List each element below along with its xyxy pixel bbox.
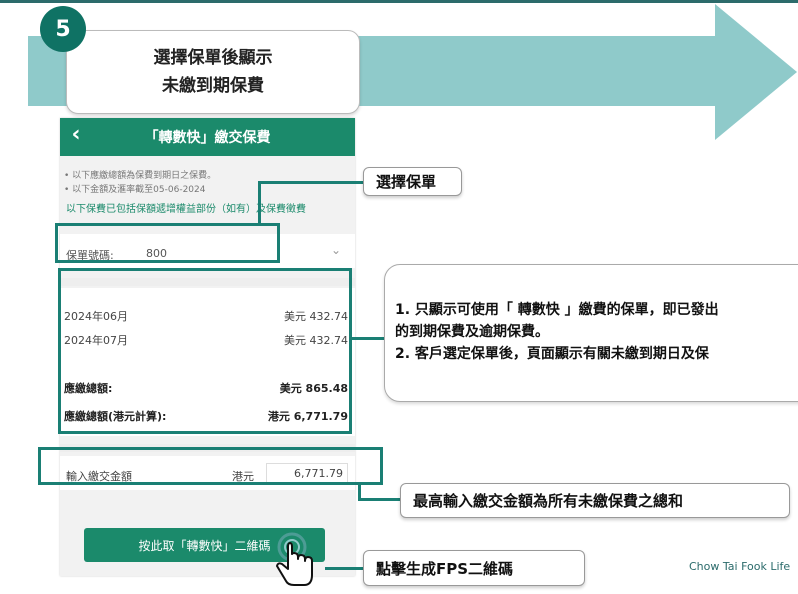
- max-amount-callout-text: 最高輸入繳交金額為所有未繳保費之總和: [413, 492, 684, 510]
- click-qr-callout-text: 點擊生成FPS二維碼: [376, 559, 514, 578]
- progress-arrow-head: [715, 4, 797, 140]
- chevron-down-icon[interactable]: ⌄: [331, 243, 341, 257]
- brand-label: Chow Tai Fook Life: [689, 560, 791, 573]
- connector-line: [258, 181, 363, 184]
- connector-line: [258, 181, 261, 224]
- premium-highlight-box: [58, 268, 352, 434]
- info-line-3: 2. 客戶選定保單後，頁面顯示有關未繳到期日及保: [395, 346, 709, 362]
- step-title-box: 選擇保單後顯示 未繳到期保費: [66, 30, 360, 114]
- info-callout: 1. 只顯示可使用「 轉數快 」繳費的保單，即已發出 的到期保費及逾期保費。 2…: [384, 264, 798, 402]
- policy-highlight-box: [55, 223, 280, 263]
- qr-button-label: 按此取「轉數快」二維碼: [138, 538, 271, 553]
- info-line-2: 的到期保費及逾期保費。: [395, 324, 549, 340]
- click-qr-callout: 點擊生成FPS二維碼: [363, 550, 585, 586]
- note-item: • 以下金額及滙率截至05-06-2024: [64, 185, 206, 195]
- note-item: • 以下應繳總額為保費到期日之保費。: [64, 171, 217, 181]
- step-title-line2: 未繳到期保費: [162, 76, 264, 96]
- step-number-badge: 5: [40, 6, 86, 52]
- select-policy-callout: 選擇保單: [363, 167, 462, 196]
- top-border-line: [0, 0, 798, 3]
- input-highlight-box: [38, 447, 383, 485]
- chevron-left-icon[interactable]: ‹: [66, 122, 86, 147]
- premium-levy-note: 以下保費已包括保額遞增權益部份（如有）及保費徵費: [66, 204, 306, 215]
- notes-section: • 以下應繳總額為保費到期日之保費。 • 以下金額及滙率截至05-06-2024…: [60, 156, 355, 226]
- max-amount-callout: 最高輸入繳交金額為所有未繳保費之總和: [400, 483, 790, 518]
- app-header-title: 「轉數快」繳交保費: [144, 130, 271, 146]
- step-title-line1: 選擇保單後顯示: [153, 48, 273, 68]
- select-policy-callout-text: 選擇保單: [376, 173, 437, 191]
- app-header: ‹ 「轉數快」繳交保費: [60, 118, 355, 156]
- connector-line: [358, 498, 400, 501]
- connector-line: [352, 337, 385, 340]
- pointer-hand-icon: [268, 529, 324, 593]
- connector-line: [325, 567, 363, 570]
- info-line-1: 1. 只顯示可使用「 轉數快 」繳費的保單，即已發出: [395, 302, 719, 318]
